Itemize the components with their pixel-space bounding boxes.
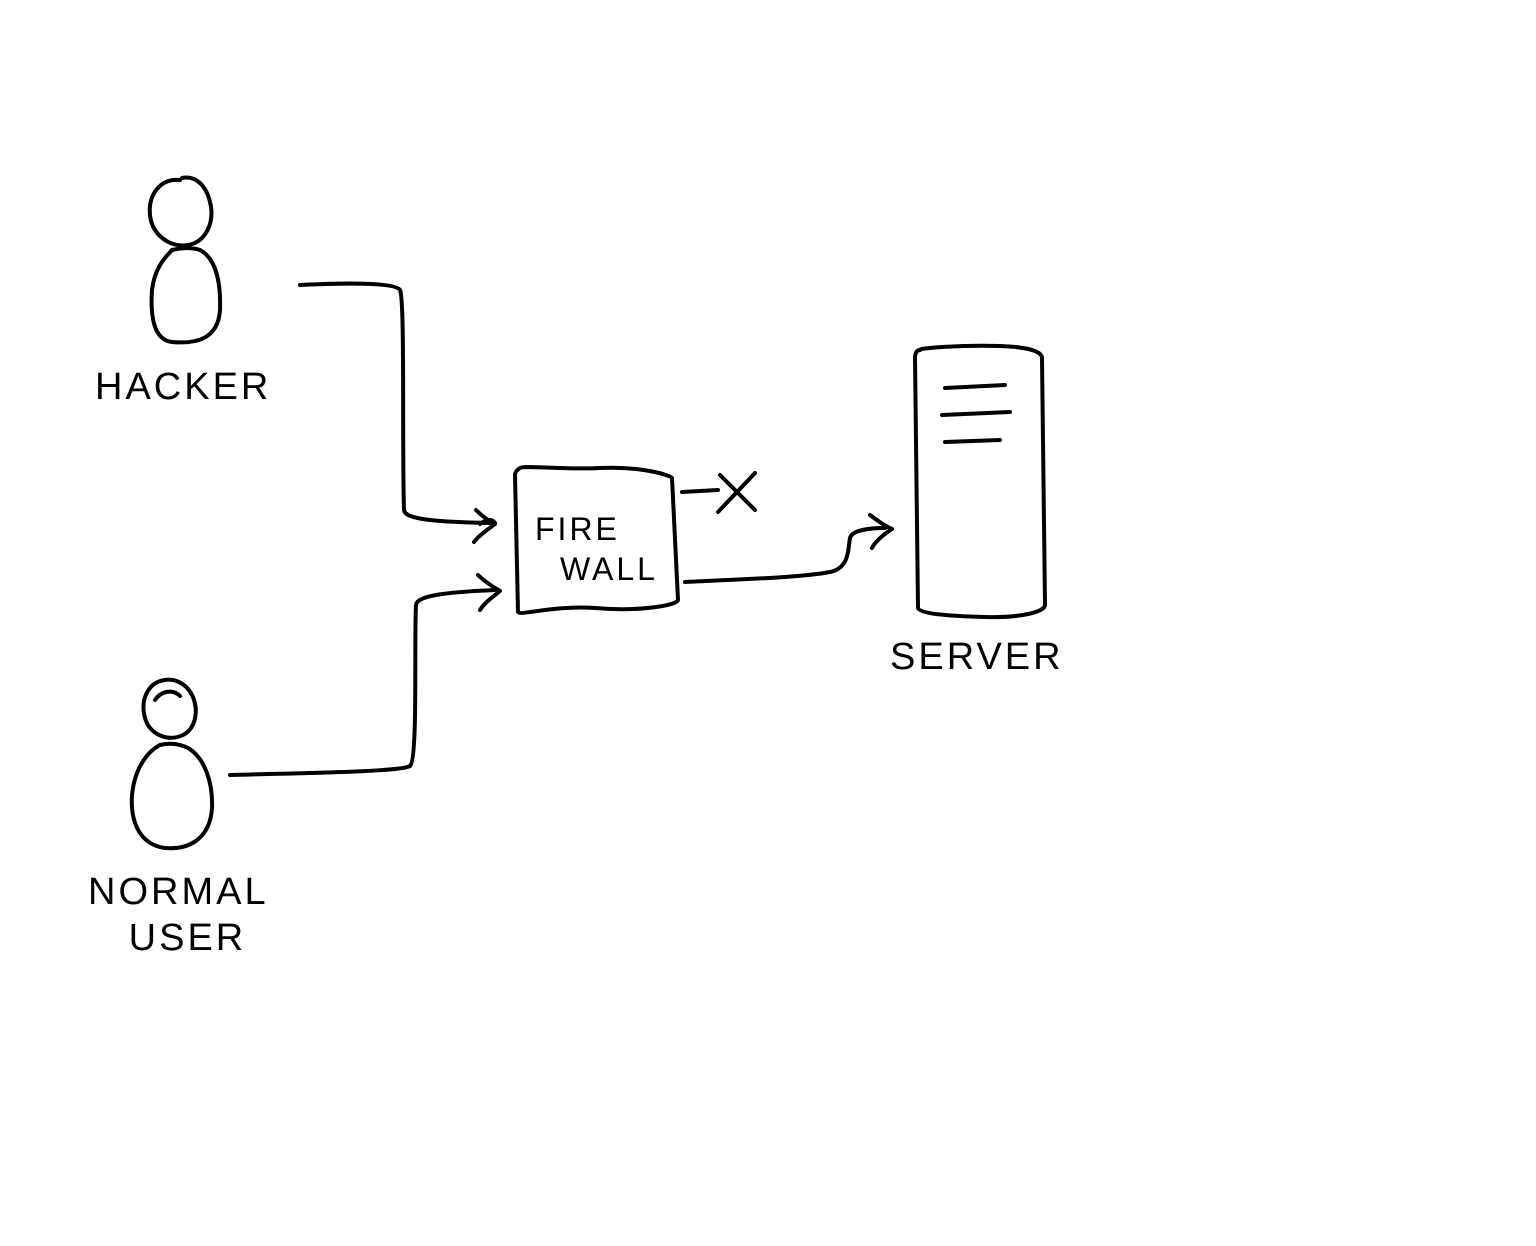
firewall-diagram — [0, 0, 1536, 1246]
hacker-label: HACKER — [95, 365, 271, 411]
normal-user-icon — [132, 680, 212, 849]
arrow-firewall-to-server — [685, 515, 892, 582]
server-icon — [915, 346, 1045, 617]
arrow-user-to-firewall — [230, 575, 500, 775]
arrow-blocked — [682, 473, 755, 512]
hacker-icon — [150, 177, 220, 342]
firewall-label-line2: WALL — [560, 550, 658, 588]
arrow-hacker-to-firewall — [300, 284, 495, 542]
server-label: SERVER — [890, 635, 1064, 681]
firewall-label-line1: FIRE — [535, 510, 620, 548]
normal-user-label: NORMAL USER — [88, 870, 269, 961]
